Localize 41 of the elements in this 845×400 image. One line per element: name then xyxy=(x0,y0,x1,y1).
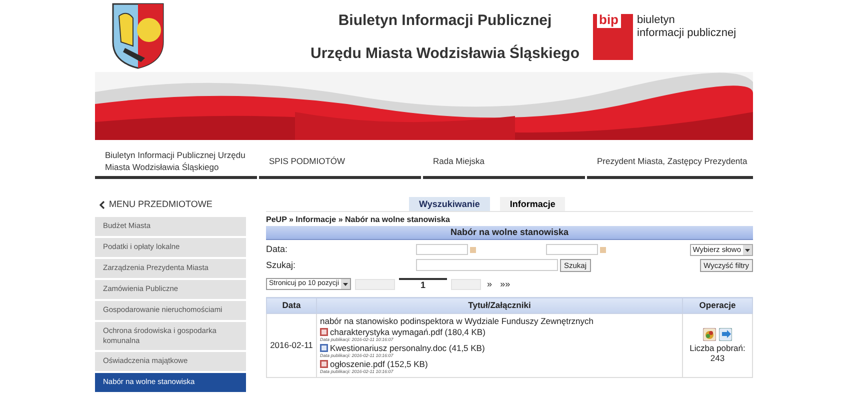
download-icon[interactable] xyxy=(719,328,732,341)
pdf-file-icon xyxy=(320,328,328,336)
nav-link[interactable]: Biuletyn Informacji Publicznej Urzędu Miasta Wodzisławia Śląskiego xyxy=(95,146,257,179)
downloads-label: Liczba pobrań: xyxy=(688,343,746,353)
downloads-count: 243 xyxy=(709,353,726,363)
calendar-icon[interactable] xyxy=(600,246,606,253)
breadcrumb: PeUP » Informacje » Nabór na wolne stanowiska xyxy=(266,214,451,226)
attachment-link[interactable]: Kwestionariusz personalny.doc (41,5 KB) xyxy=(330,343,485,353)
column-header: Tytuł/Załączniki xyxy=(316,298,682,314)
date-field[interactable] xyxy=(416,244,468,256)
panel-title-bar: Nabór na wolne stanowiska xyxy=(266,226,753,240)
chevron-left-icon xyxy=(99,201,105,209)
column-header: Data xyxy=(266,298,316,314)
nav-link[interactable]: Prezydent Miasta, Zastępcy Prezydenta xyxy=(587,146,753,179)
next-page-button[interactable]: » xyxy=(485,278,494,290)
search-field[interactable] xyxy=(416,259,558,272)
entry-title: nabór na stanowisko podinspektora w Wydziale Funduszy Zewnętrznych xyxy=(320,316,594,327)
search-label: Szukaj: xyxy=(266,258,297,272)
date-field[interactable] xyxy=(546,244,598,256)
pdf-file-icon xyxy=(320,360,328,368)
coat-of-arms-icon xyxy=(111,2,165,70)
nav-link[interactable]: Rada Miejska xyxy=(423,146,585,179)
header-title: Biuletyn Informacji Publicznej xyxy=(338,11,552,31)
previous-page-button[interactable] xyxy=(355,278,396,290)
column-header: Operacje xyxy=(682,298,752,314)
calendar-icon[interactable] xyxy=(470,246,476,253)
tab[interactable]: Informacje xyxy=(500,197,566,211)
bip-logo-text: informacji publicznej xyxy=(637,27,736,40)
date-cell: 2016-02-11 xyxy=(266,314,316,378)
bip-logo-text: biuletyn xyxy=(637,14,676,27)
document-file-icon xyxy=(320,344,328,352)
date-label: Data: xyxy=(266,243,289,256)
tab[interactable]: Wyszukiwanie xyxy=(409,197,490,211)
header-title: Urzędu Miasta Wodzisławia Śląskiego xyxy=(310,44,580,64)
attachment-link[interactable]: ogłoszenie.pdf (152,5 KB) xyxy=(330,359,428,369)
page-number-field[interactable]: 1 xyxy=(399,278,448,290)
bip-logo-mark: bip xyxy=(593,14,633,60)
sidebar-heading: MENU PRZEDMIOTOWE xyxy=(109,198,212,212)
nav-link[interactable]: SPIS PODMIOTÓW xyxy=(259,146,421,179)
attachment-link[interactable]: charakterystyka wymagań.pdf (180,4 KB) xyxy=(330,327,486,337)
last-page-button[interactable]: »» xyxy=(498,278,512,290)
